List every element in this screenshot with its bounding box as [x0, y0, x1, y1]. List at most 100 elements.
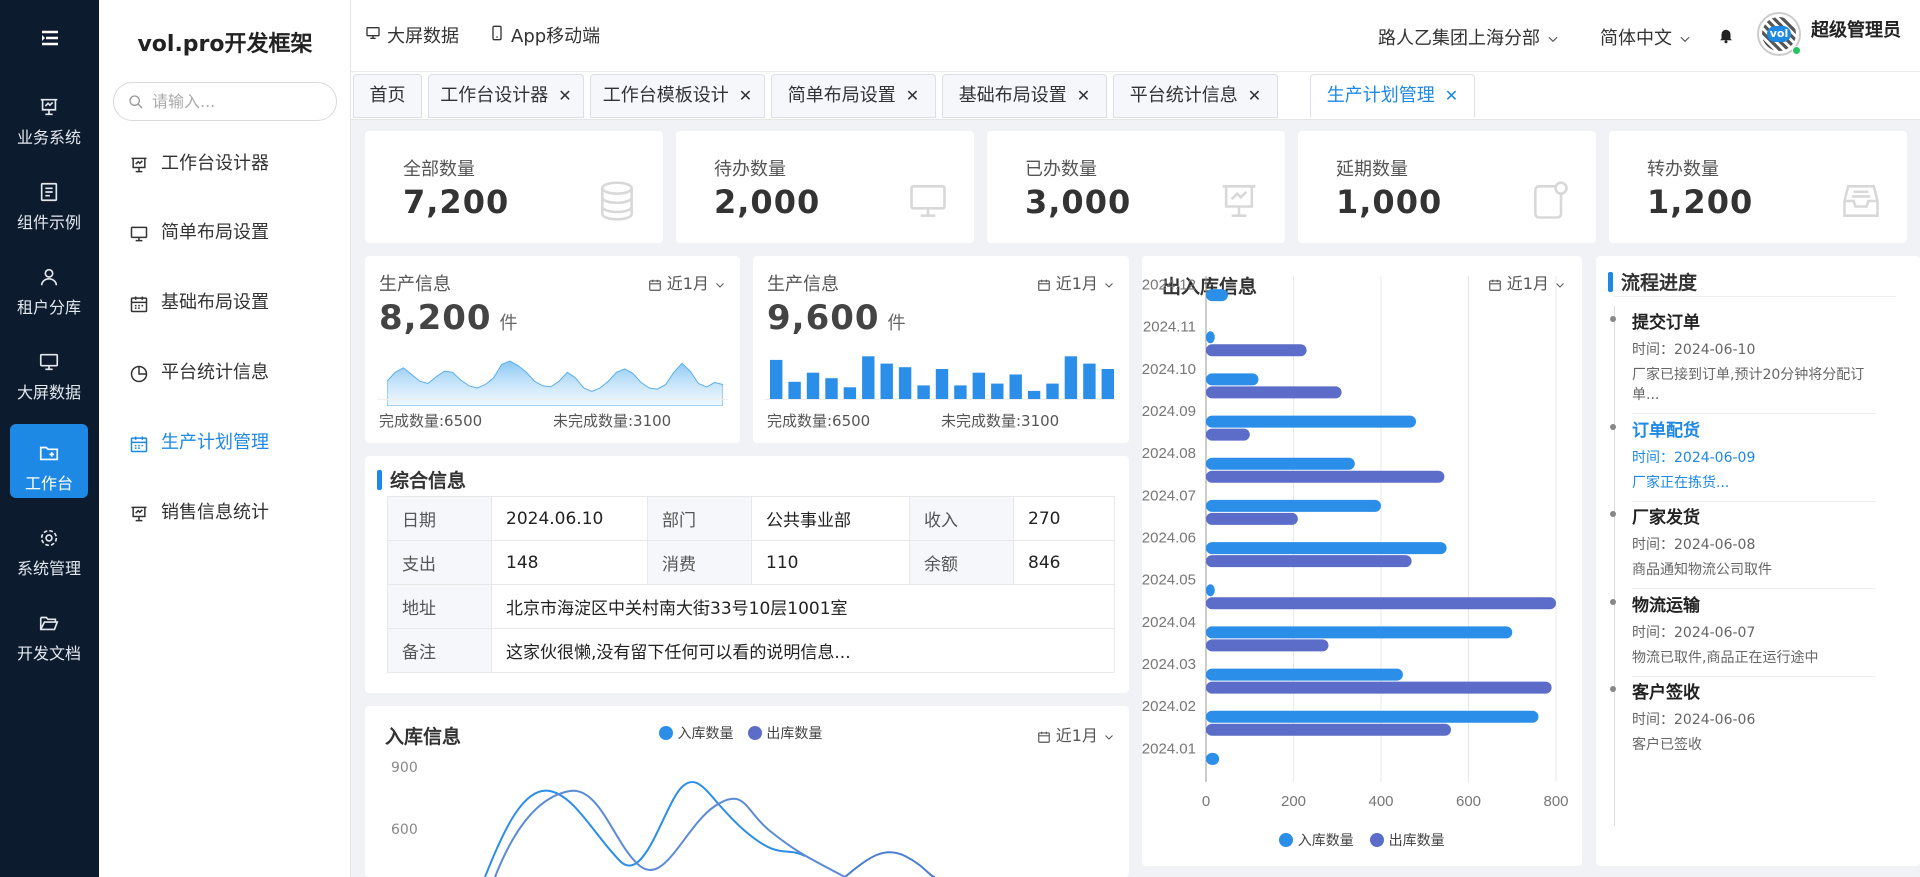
sparkline-bar — [1064, 356, 1078, 400]
tab-bar: 首页 工作台设计器 ✕ 工作台模板设计 ✕ 简单布局设置 ✕ 基础布局设置 ✕ 平台统计… — [351, 72, 1920, 120]
table-value: 148 — [491, 540, 648, 585]
monitor-icon — [366, 27, 380, 39]
range-dropdown[interactable]: 近1月 — [1037, 270, 1115, 294]
table-value: 2024.06.10 — [491, 496, 648, 541]
calendar-icon — [130, 436, 148, 453]
search-placeholder: 请输入... — [152, 92, 216, 111]
tab-basic-layout[interactable]: 基础布局设置 ✕ — [942, 74, 1107, 118]
close-icon[interactable]: ✕ — [558, 86, 571, 105]
rail-item-workbench[interactable]: 工作台 — [10, 424, 88, 498]
y-tick-label: 2024.02 — [1142, 698, 1196, 715]
tab-simple-layout[interactable]: 简单布局设置 ✕ — [771, 74, 936, 118]
legend-swatch-outbound — [1370, 833, 1385, 847]
rail-item-system[interactable]: 系统管理 — [10, 509, 88, 583]
document-icon — [40, 182, 58, 202]
y-tick-label: 2024.06 — [1142, 529, 1196, 546]
header-link-mobile[interactable]: App移动端 — [489, 22, 600, 48]
timeline-dot — [1610, 686, 1616, 692]
range-dropdown[interactable]: 近1月 — [648, 270, 726, 294]
sparkline-bar — [788, 381, 801, 400]
timeline-dot — [1610, 424, 1616, 430]
org-dropdown[interactable]: 路人乙集团上海分部 — [1378, 24, 1560, 50]
tab-home[interactable]: 首页 — [353, 74, 422, 118]
bar-inbound — [1206, 710, 1539, 723]
y-tick-label: 2024.09 — [1142, 403, 1196, 420]
tab-platform-stats[interactable]: 平台统计信息 ✕ — [1113, 74, 1278, 118]
value-text: 8,200 — [379, 298, 492, 338]
inout-bar-chart: 0 200 400 600 800 2024.01 2024.02 2024.03 2024.0… — [1142, 276, 1569, 810]
step-time: 时间：2024-06-06 — [1632, 712, 1756, 728]
presentation-icon — [1222, 185, 1256, 217]
close-icon[interactable]: ✕ — [1445, 86, 1458, 105]
bar-outbound — [1206, 428, 1250, 441]
tab-label: 简单布局设置 — [787, 85, 896, 106]
chevron-down-icon — [1680, 36, 1690, 43]
timeline-dot — [1610, 511, 1616, 517]
monitor-icon — [39, 353, 59, 371]
monitor-icon — [130, 226, 148, 242]
timeline-step: 物流运输 时间：2024-06-07 物流已取件,商品正在运行途中 — [1610, 591, 1920, 677]
bar-inbound — [1206, 499, 1381, 512]
timeline-dot — [1610, 316, 1616, 322]
online-dot — [1792, 46, 1801, 55]
table-value: 北京市海淀区中关村南大街33号10层1001室 — [491, 584, 1115, 629]
rail-item-components[interactable]: 组件示例 — [10, 163, 88, 237]
bar-inbound — [1206, 626, 1513, 639]
rail-item-bigscreen[interactable]: 大屏数据 — [10, 333, 88, 407]
y-tick-label: 2024.07 — [1142, 487, 1196, 504]
document-badge-icon — [1534, 181, 1568, 219]
menu-icon[interactable] — [38, 26, 62, 50]
bell-icon[interactable] — [1717, 25, 1735, 45]
table-value: 110 — [751, 540, 910, 585]
inout-chart-card: 出入库信息 近1月 0 200 400 600 800 2024.01 2024.02 202… — [1142, 256, 1582, 866]
chart-legend: 入库数量 出库数量 — [1142, 830, 1582, 850]
folder-open-icon — [39, 616, 59, 631]
sparkline-bar — [1009, 374, 1022, 400]
language-dropdown[interactable]: 简体中文 — [1600, 24, 1692, 50]
table-key: 日期 — [387, 496, 492, 541]
close-icon[interactable]: ✕ — [1077, 86, 1090, 105]
stat-card-todo: 待办数量 2,000 — [676, 131, 974, 243]
tab-production-plan[interactable]: 生产计划管理 ✕ — [1310, 74, 1475, 118]
y-tick-label: 2024.03 — [1142, 656, 1196, 673]
value-unit: 件 — [499, 313, 519, 334]
tab-workbench-template[interactable]: 工作台模板设计 ✕ — [590, 74, 765, 118]
rail-item-business[interactable]: 业务系统 — [10, 78, 88, 152]
stat-card-total: 全部数量 7,200 — [365, 131, 663, 243]
tab-label: 首页 — [369, 85, 406, 106]
search-icon — [129, 95, 143, 109]
sparkline-bar — [1083, 363, 1096, 400]
card-title: 生产信息 — [379, 274, 451, 295]
search-input[interactable]: 请输入... — [113, 82, 337, 121]
tab-label: 基础布局设置 — [958, 85, 1067, 106]
sidebar-item-label: 简单布局设置 — [161, 222, 269, 243]
completed-count: 完成数量:6500 — [767, 412, 871, 430]
icon-rail: 业务系统 组件示例 租户分库 大屏数据 工作台 系统管理 开发文档 — [0, 0, 99, 877]
table-row: 备注 这家伙很懒,没有留下任何可以看的说明信息... — [387, 628, 1115, 673]
close-icon[interactable]: ✕ — [739, 86, 752, 105]
rail-item-docs[interactable]: 开发文档 — [10, 594, 88, 668]
close-icon[interactable]: ✕ — [1248, 86, 1261, 105]
monitor-icon — [910, 185, 946, 217]
legend-label: 入库数量 — [1297, 833, 1354, 849]
user-name[interactable]: 超级管理员 — [1811, 16, 1901, 42]
inbound-card: 入库信息 入库数量 出库数量 近1月 900 600 — [365, 706, 1129, 877]
rail-item-label: 组件示例 — [16, 213, 81, 232]
step-desc: 商品通知物流公司取件 — [1632, 562, 1772, 578]
stat-label: 待办数量 — [714, 159, 786, 180]
bar-inbound — [1206, 584, 1215, 597]
step-time: 时间：2024-06-10 — [1632, 342, 1756, 358]
table-value: 846 — [1013, 540, 1115, 585]
y-tick-label: 2024.12 — [1142, 276, 1196, 293]
header-link-bigscreen[interactable]: 大屏数据 — [365, 22, 459, 48]
rail-item-tenant[interactable]: 租户分库 — [10, 248, 88, 322]
stat-card-delayed: 延期数量 1,000 — [1298, 131, 1596, 243]
stat-label: 已办数量 — [1025, 159, 1097, 180]
tab-workbench-designer[interactable]: 工作台设计器 ✕ — [428, 74, 584, 118]
timeline-line — [1614, 306, 1615, 826]
table-key: 收入 — [909, 496, 1014, 541]
close-icon[interactable]: ✕ — [906, 86, 919, 105]
table-key: 消费 — [647, 540, 752, 585]
sparkline-bar — [917, 385, 930, 400]
bar-inbound — [1206, 373, 1259, 386]
